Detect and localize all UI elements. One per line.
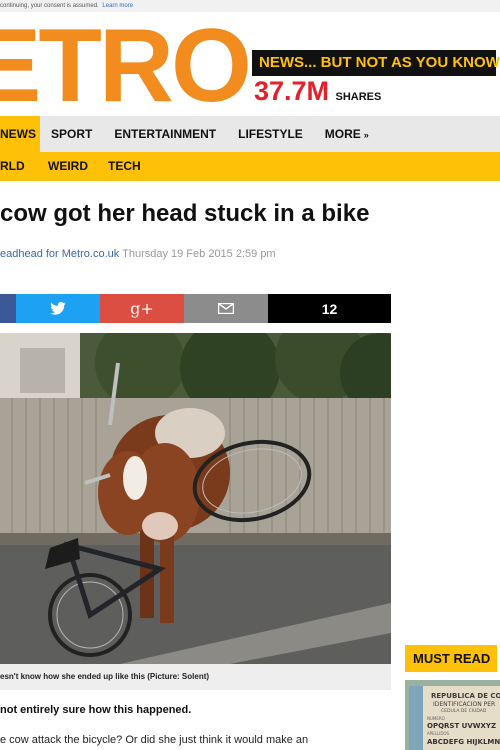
shares-count: 37.7M	[254, 76, 330, 106]
subnav-item-world[interactable]: RLD	[0, 152, 38, 181]
card-line-4: NUMERO	[427, 716, 445, 721]
card-line-1: REPUBLICA DE COL	[431, 692, 500, 700]
card-line-5: OPQRST UVWXYZ	[427, 722, 496, 730]
byline: eadhead for Metro.co.uk Thursday 19 Feb …	[0, 248, 276, 260]
shares-counter: 37.7M SHARES	[254, 76, 381, 106]
nav-item-more[interactable]: MORE»	[314, 116, 380, 152]
article-photo	[0, 333, 391, 664]
author-link[interactable]: eadhead for Metro.co.uk	[0, 248, 119, 260]
publish-date: Thursday 19 Feb 2015 2:59 pm	[122, 248, 276, 260]
subnav-item-weird[interactable]: WEIRD	[38, 152, 98, 181]
metro-logo[interactable]: ETRO	[0, 14, 252, 116]
card-line-3: CEDULA DE CIUDAD	[441, 708, 487, 714]
share-bar: g+ 12	[0, 294, 391, 323]
shares-label: SHARES	[335, 91, 382, 103]
tagline: NEWS... BUT NOT AS YOU KNOW IT	[252, 50, 500, 76]
nav-item-news[interactable]: NEWS	[0, 116, 40, 152]
nav-item-lifestyle[interactable]: LIFESTYLE	[227, 116, 314, 152]
must-read-thumbnail[interactable]: REPUBLICA DE COL IDENTIFICACION PER CEDU…	[405, 680, 500, 750]
nav-item-entertainment[interactable]: ENTERTAINMENT	[103, 116, 227, 152]
article-paragraph-2: e cow attack the bicycle? Or did she jus…	[0, 734, 309, 746]
article-headline: cow got her head stuck in a bike	[0, 200, 370, 227]
cookie-notice-text: continuing, your consent is assumed.	[0, 3, 99, 9]
twitter-share-button[interactable]	[16, 294, 100, 323]
learn-more-link[interactable]: Learn more	[102, 3, 133, 9]
envelope-icon	[218, 303, 234, 314]
masthead: ETRO NEWS... BUT NOT AS YOU KNOW IT 37.7…	[0, 12, 500, 116]
double-chevron-down-icon: »	[363, 130, 369, 140]
photo-caption: esn't know how she ended up like this (P…	[0, 664, 391, 690]
must-read-heading: MUST READ	[405, 645, 497, 672]
email-share-button[interactable]	[184, 294, 268, 323]
card-line-7: ABCDEFG HIJKLMN	[427, 738, 500, 746]
subnav-item-tech[interactable]: TECH	[98, 152, 151, 181]
cookie-notice: continuing, your consent is assumed. Lea…	[0, 0, 500, 12]
sub-nav: RLD WEIRD TECH	[0, 152, 500, 181]
card-line-6: APELLIDOS	[427, 731, 450, 736]
share-count: 12	[268, 294, 391, 323]
article-paragraph-1: not entirely sure how this happened.	[0, 704, 192, 716]
google-plus-icon: g+	[130, 299, 154, 318]
facebook-share-button[interactable]	[0, 294, 16, 323]
card-line-2: IDENTIFICACION PER	[433, 701, 495, 708]
main-nav: NEWS SPORT ENTERTAINMENT LIFESTYLE MORE»	[0, 116, 500, 152]
twitter-bird-icon	[50, 302, 66, 315]
nav-item-sport[interactable]: SPORT	[40, 116, 103, 152]
nav-item-more-label: MORE	[324, 127, 361, 141]
google-plus-share-button[interactable]: g+	[100, 294, 184, 323]
